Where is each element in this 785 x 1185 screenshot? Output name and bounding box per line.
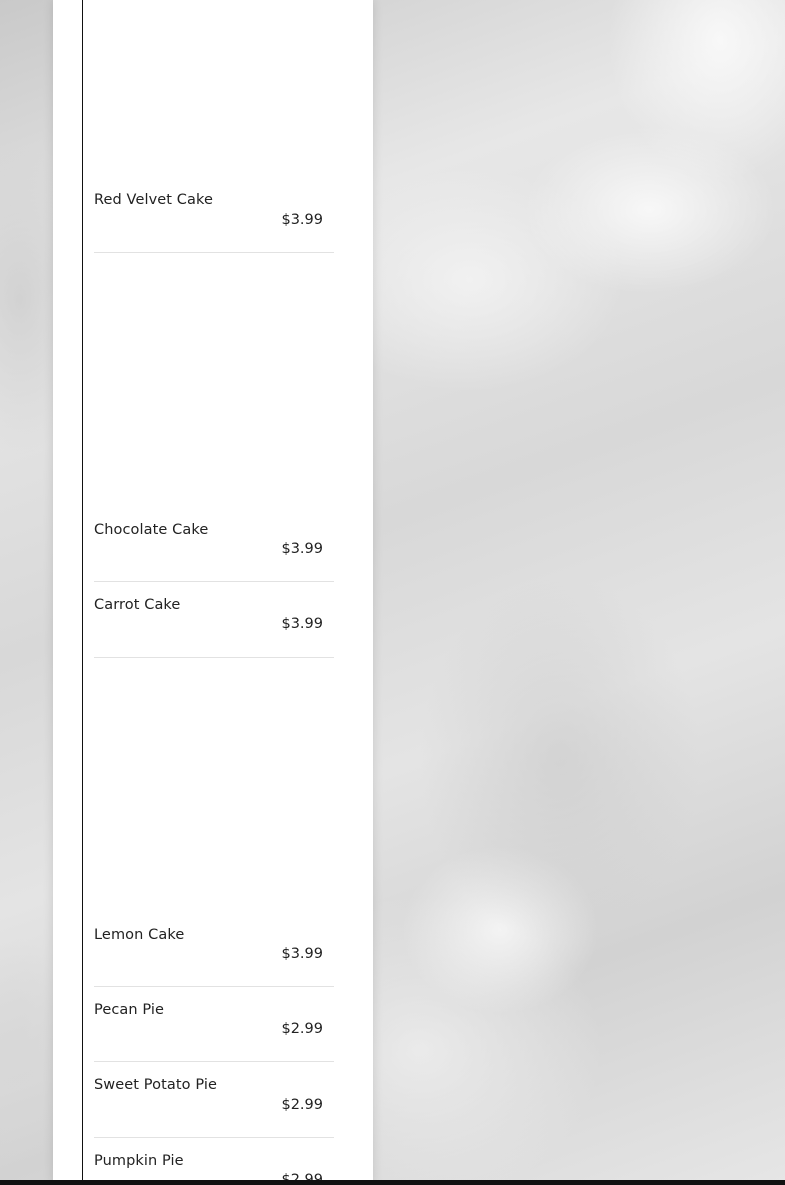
- menu-item-lemon-cake[interactable]: Lemon Cake $3.99: [94, 658, 334, 987]
- menu-panel[interactable]: Red Velvet Cake $3.99 Chocolate Cake $3.…: [53, 0, 373, 1185]
- item-name: Pumpkin Pie: [94, 1153, 184, 1169]
- item-name: Sweet Potato Pie: [94, 1077, 218, 1093]
- bottom-bar: [0, 1180, 785, 1185]
- menu-item-red-velvet-cake[interactable]: Red Velvet Cake $3.99: [94, 0, 334, 253]
- menu-item-sweet-potato-pie[interactable]: Sweet Potato Pie $2.99: [94, 1062, 334, 1138]
- menu-vertical-rule: [82, 0, 83, 1185]
- item-name: Red Velvet Cake: [94, 192, 214, 208]
- menu-item-pumpkin-pie[interactable]: Pumpkin Pie $2.99: [94, 1138, 334, 1185]
- item-price: $3.99: [281, 946, 323, 962]
- item-price: $3.99: [281, 541, 323, 557]
- item-price: $3.99: [281, 212, 323, 228]
- menu-item-carrot-cake[interactable]: Carrot Cake $3.99: [94, 582, 334, 658]
- menu-item-chocolate-cake[interactable]: Chocolate Cake $3.99: [94, 253, 334, 582]
- menu-item-pecan-pie[interactable]: Pecan Pie $2.99: [94, 987, 334, 1062]
- item-price: $2.99: [281, 1097, 323, 1113]
- item-name: Carrot Cake: [94, 597, 181, 613]
- item-name: Lemon Cake: [94, 927, 185, 943]
- item-name: Chocolate Cake: [94, 522, 209, 538]
- item-price: $3.99: [281, 616, 323, 632]
- item-name: Pecan Pie: [94, 1002, 165, 1018]
- item-price: $2.99: [281, 1021, 323, 1037]
